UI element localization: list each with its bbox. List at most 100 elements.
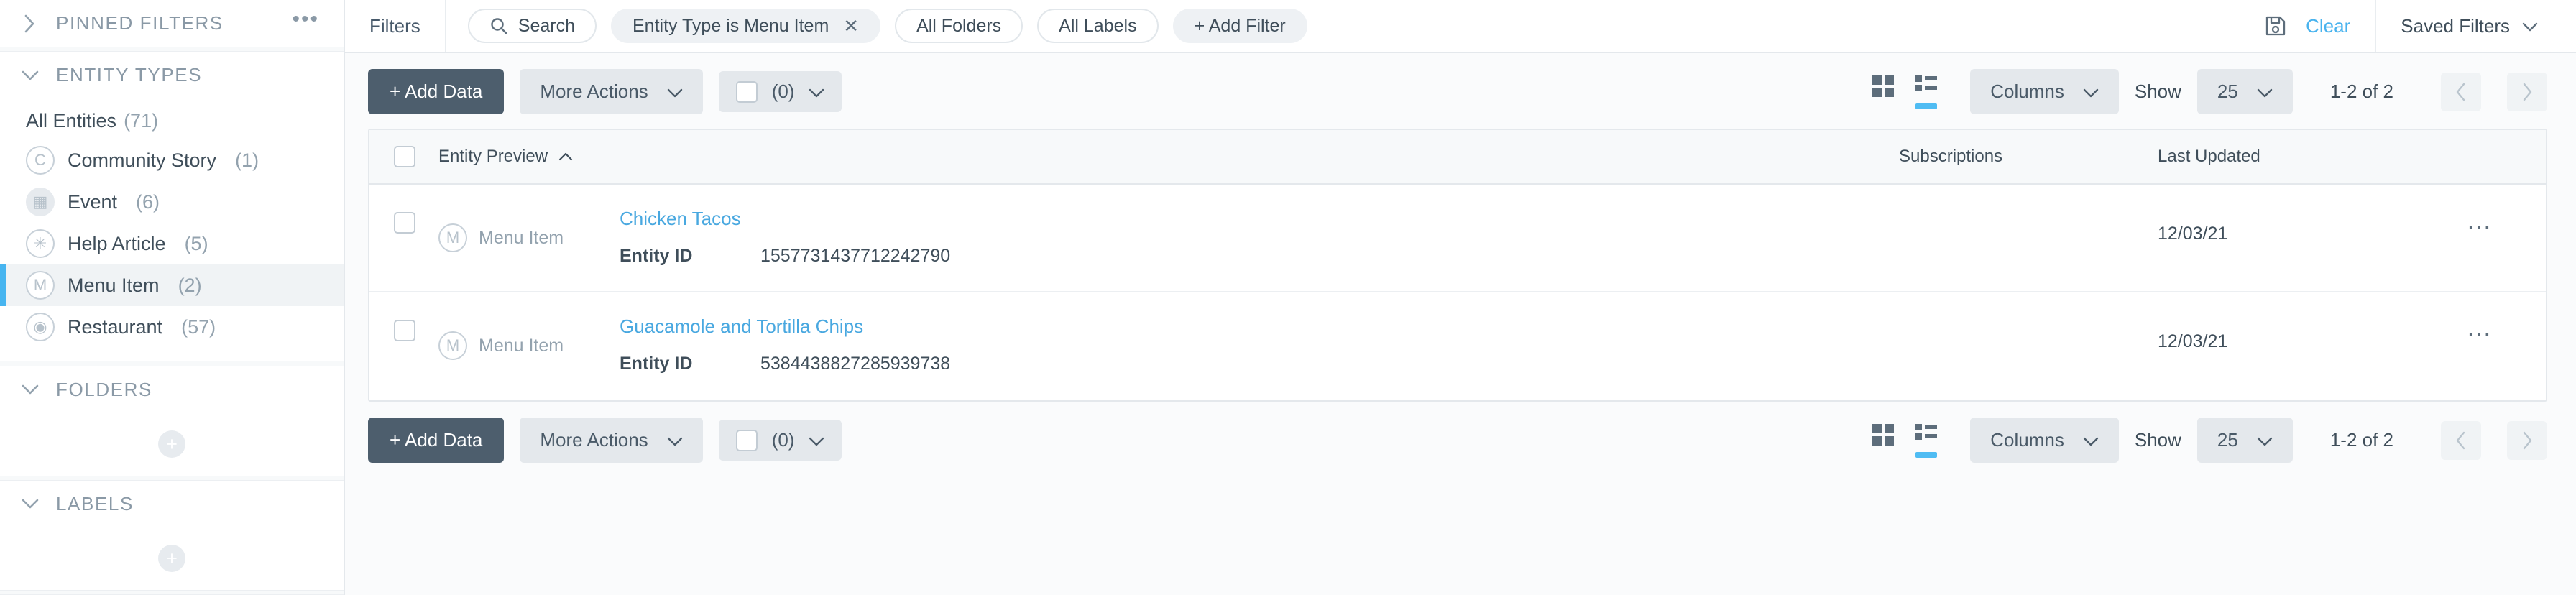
entities-table: Entity Preview Subscriptions Last Update… — [368, 129, 2547, 402]
selected-count-label: (0) — [771, 80, 795, 102]
all-entities-label: All Entities — [26, 110, 117, 132]
all-labels-chip[interactable]: All Labels — [1037, 9, 1159, 43]
grid-view-icon[interactable] — [1871, 74, 1895, 109]
chevron-down-icon — [2257, 429, 2273, 451]
row-preview-cell: M Menu Item Guacamole and Tortilla Chips… — [438, 314, 1899, 374]
select-all-rows-checkbox[interactable] — [394, 146, 415, 167]
sidebar-item-count: (5) — [184, 232, 208, 254]
chevron-down-icon — [667, 80, 683, 103]
page-size-select-bottom[interactable]: 25 — [2196, 418, 2293, 463]
clear-filters-link[interactable]: Clear — [2306, 15, 2375, 37]
columns-button-bottom[interactable]: Columns — [1970, 418, 2119, 463]
row-preview-cell: M Menu Item Chicken Tacos Entity ID 1557… — [438, 206, 1899, 267]
chevron-down-icon — [2257, 80, 2273, 103]
column-header-subscriptions[interactable]: Subscriptions — [1899, 147, 2158, 167]
row-overflow-menu-icon[interactable]: ⋯ — [2467, 314, 2546, 347]
select-all-checkbox[interactable] — [735, 429, 758, 451]
page-size-select[interactable]: 25 — [2196, 69, 2293, 114]
filters-label: Filters — [345, 0, 446, 52]
sidebar-item-count: (2) — [178, 274, 202, 296]
folders-empty-area: + — [0, 413, 344, 476]
row-checkbox[interactable] — [394, 212, 415, 234]
sidebar-item-restaurant[interactable]: ◉ Restaurant (57) — [0, 306, 344, 348]
chevron-down-icon[interactable] — [20, 494, 40, 514]
calendar-icon: ▦ — [26, 188, 55, 217]
ellipsis-icon[interactable]: ••• — [292, 8, 319, 32]
sort-asc-icon — [558, 147, 574, 167]
pinned-filters-header[interactable]: PINNED FILTERS ••• — [0, 0, 344, 47]
add-filter-chip[interactable]: + Add Filter — [1172, 9, 1307, 43]
columns-label: Columns — [1990, 429, 2064, 451]
search-chip-label: Search — [518, 15, 575, 36]
bulk-select-button[interactable]: (0) — [718, 71, 842, 112]
lifebuoy-icon: ✳ — [26, 229, 55, 259]
row-overflow-menu-icon[interactable]: ⋯ — [2467, 206, 2546, 239]
add-label-button[interactable]: + — [158, 545, 185, 573]
labels-header[interactable]: LABELS — [0, 481, 344, 527]
entity-types-header[interactable]: ENTITY TYPES — [0, 52, 344, 98]
chevron-down-icon — [667, 429, 683, 451]
columns-button[interactable]: Columns — [1970, 69, 2119, 114]
more-actions-button[interactable]: More Actions — [520, 69, 703, 114]
sidebar-item-label: Event — [68, 190, 118, 213]
column-header-last-updated[interactable]: Last Updated — [2158, 147, 2467, 167]
entity-type-filter-chip[interactable]: Entity Type is Menu Item ✕ — [611, 9, 881, 43]
next-page-button[interactable] — [2507, 72, 2547, 111]
all-entities-count: (71) — [124, 110, 159, 132]
prev-page-button[interactable] — [2441, 72, 2481, 111]
row-entity-type: M Menu Item — [438, 206, 604, 267]
row-checkbox[interactable] — [394, 320, 415, 341]
grid-view-icon[interactable] — [1871, 423, 1895, 458]
row-details: Guacamole and Tortilla Chips Entity ID 5… — [620, 314, 950, 374]
saved-filters-dropdown[interactable]: Saved Filters — [2375, 0, 2553, 52]
sidebar-item-menu-item[interactable]: M Menu Item (2) — [0, 264, 344, 307]
sidebar-divider-4 — [0, 589, 344, 595]
save-icon[interactable] — [2245, 14, 2306, 37]
more-actions-label: More Actions — [540, 429, 648, 451]
entity-id-field: Entity ID 1557731437712242790 — [620, 246, 950, 267]
search-chip[interactable]: Search — [467, 9, 597, 43]
list-view-icon[interactable] — [1914, 423, 1938, 458]
pagination-range-bottom: 1-2 of 2 — [2329, 429, 2393, 451]
column-header-entity-preview[interactable]: Entity Preview — [438, 147, 1899, 167]
sidebar-divider-1 — [0, 47, 344, 52]
entity-types-list: All Entities (71) C Community Story (1) … — [0, 98, 344, 361]
app-root: PINNED FILTERS ••• ENTITY TYPES All Enti… — [0, 0, 2576, 595]
row-entity-type: M Menu Item — [438, 314, 604, 374]
page-size-value: 25 — [2217, 80, 2238, 102]
table-row[interactable]: M Menu Item Guacamole and Tortilla Chips… — [369, 292, 2546, 400]
add-folder-button[interactable]: + — [158, 430, 185, 458]
search-icon — [489, 17, 508, 35]
sidebar-item-count: (1) — [235, 149, 259, 171]
toolbar-top: + Add Data More Actions (0) Columns Show… — [345, 53, 2576, 129]
chevron-down-icon[interactable] — [20, 65, 40, 86]
sidebar-item-label: Help Article — [68, 232, 166, 254]
next-page-button-bottom[interactable] — [2507, 420, 2547, 460]
prev-page-button-bottom[interactable] — [2441, 420, 2481, 460]
all-folders-chip[interactable]: All Folders — [895, 9, 1024, 43]
entity-type-filter-label: Entity Type is Menu Item — [632, 15, 829, 36]
entity-id-key: Entity ID — [620, 354, 693, 374]
more-actions-button-bottom[interactable]: More Actions — [520, 418, 703, 463]
table-row[interactable]: M Menu Item Chicken Tacos Entity ID 1557… — [369, 185, 2546, 292]
add-data-button-bottom[interactable]: + Add Data — [368, 418, 505, 463]
bulk-select-button-bottom[interactable]: (0) — [718, 420, 842, 461]
row-type-label: Menu Item — [479, 335, 564, 356]
select-all-checkbox[interactable] — [735, 80, 758, 103]
sidebar-item-count: (6) — [136, 190, 160, 213]
folders-header[interactable]: FOLDERS — [0, 366, 344, 413]
entity-types-title: ENTITY TYPES — [56, 64, 203, 86]
entity-name-link[interactable]: Chicken Tacos — [620, 208, 950, 230]
close-icon[interactable]: ✕ — [843, 15, 859, 37]
chevron-right-icon[interactable] — [20, 14, 40, 34]
entity-name-link[interactable]: Guacamole and Tortilla Chips — [620, 315, 950, 338]
sidebar-item-all-entities[interactable]: All Entities (71) — [0, 103, 344, 139]
row-details: Chicken Tacos Entity ID 1557731437712242… — [620, 206, 950, 267]
add-data-button[interactable]: + Add Data — [368, 69, 505, 114]
sidebar-item-help-article[interactable]: ✳ Help Article (5) — [0, 223, 344, 264]
sidebar-item-event[interactable]: ▦ Event (6) — [0, 181, 344, 223]
sidebar-item-community-story[interactable]: C Community Story (1) — [0, 139, 344, 181]
chevron-down-icon[interactable] — [20, 379, 40, 400]
list-view-icon[interactable] — [1914, 74, 1938, 109]
all-labels-label: All Labels — [1059, 15, 1137, 36]
